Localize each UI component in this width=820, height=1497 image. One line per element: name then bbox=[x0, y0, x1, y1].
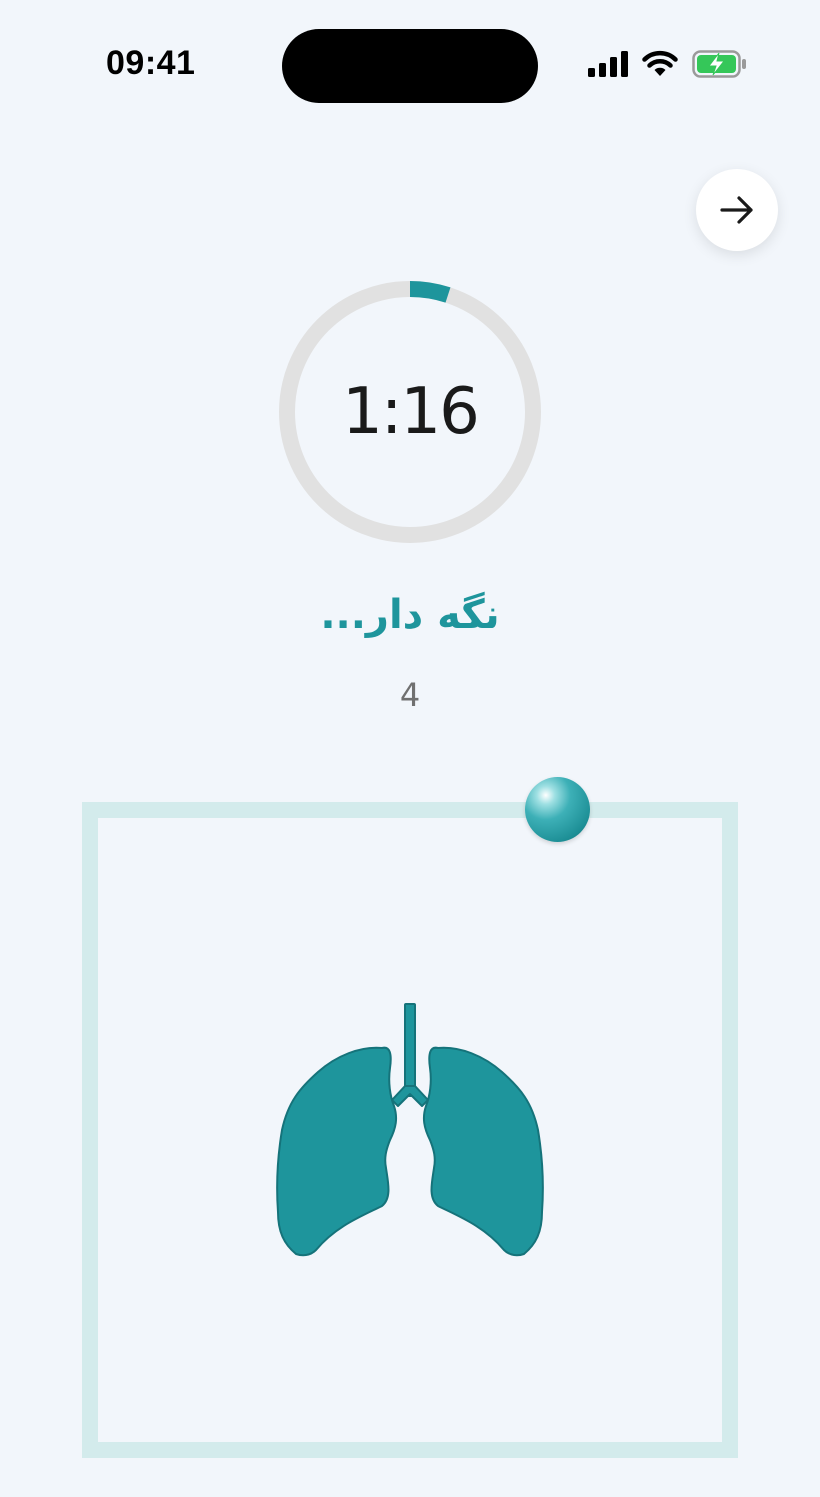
timer-text: 1:16 bbox=[342, 375, 480, 449]
battery-charging-icon bbox=[692, 50, 746, 78]
wifi-icon bbox=[642, 50, 678, 76]
arrow-right-icon bbox=[720, 196, 753, 224]
breath-count: 4 bbox=[399, 676, 421, 714]
breath-phase-label: نگه دار... bbox=[320, 592, 500, 638]
status-time: 09:41 bbox=[106, 44, 196, 82]
status-icons bbox=[588, 50, 748, 78]
lungs-icon bbox=[276, 1003, 544, 1257]
cellular-signal-icon bbox=[588, 51, 628, 77]
breath-pacer-ball bbox=[525, 777, 590, 842]
next-button[interactable] bbox=[696, 169, 778, 251]
dynamic-island bbox=[282, 29, 538, 103]
